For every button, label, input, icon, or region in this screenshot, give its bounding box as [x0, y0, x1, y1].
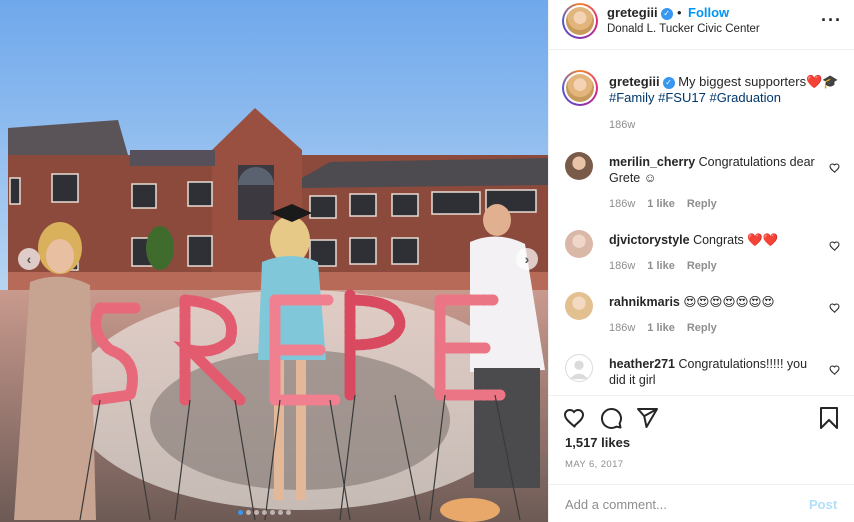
comment-likes[interactable]: 1 like: [647, 322, 675, 334]
post-date[interactable]: MAY 6, 2017: [565, 459, 623, 470]
like-heart-icon[interactable]: [563, 406, 587, 430]
hashtag-link[interactable]: #FSU17: [658, 90, 706, 105]
verified-badge-icon: ✓: [662, 76, 675, 89]
caption-text: gretegiii ✓ My biggest supporters❤️🎓 #Fam…: [609, 74, 847, 106]
reply-button[interactable]: Reply: [687, 260, 717, 272]
bookmark-icon[interactable]: [817, 406, 841, 430]
comment-likes[interactable]: 1 like: [647, 198, 675, 210]
default-avatar-icon: [569, 360, 589, 380]
comment-meta: 186w 1 like Reply: [609, 322, 717, 334]
comment-body: Congrats ❤️❤️: [693, 233, 779, 247]
reply-button[interactable]: Reply: [687, 322, 717, 334]
post-side-panel: gretegiii ✓ • Follow Donald L. Tucker Civ…: [548, 0, 854, 522]
caption-body: My biggest supporters: [678, 74, 807, 89]
comment-time[interactable]: 186w: [609, 198, 635, 210]
comment-text: merilin_cherry Congratulations dear Gret…: [609, 154, 823, 186]
header-separator: •: [677, 5, 682, 20]
comment-bubble-icon[interactable]: [599, 406, 623, 430]
comment-item: merilin_cherry Congratulations dear Gret…: [549, 152, 854, 214]
chevron-left-icon[interactable]: ‹: [18, 248, 40, 270]
heart-outline-icon[interactable]: [829, 240, 841, 252]
caption-timestamp[interactable]: 186w: [609, 119, 635, 131]
caption-emoji: ❤️🎓: [806, 74, 839, 89]
carousel-dot: [262, 510, 267, 515]
author-avatar[interactable]: [562, 3, 598, 39]
comment-meta: 186w 1 like Reply: [609, 198, 717, 210]
hashtag-link[interactable]: #Graduation: [709, 90, 781, 105]
carousel-dot: [246, 510, 251, 515]
comment-time[interactable]: 186w: [609, 260, 635, 272]
carousel-dot: [286, 510, 291, 515]
chevron-right-icon[interactable]: ›: [516, 248, 538, 270]
comment-likes[interactable]: 1 like: [647, 260, 675, 272]
heart-outline-icon[interactable]: [829, 302, 841, 314]
comment-body: 😍😍😍😍😍😍😍: [683, 295, 775, 309]
verified-badge-icon: ✓: [660, 7, 673, 20]
carousel-dot: [238, 510, 243, 515]
add-comment-bar: Post: [549, 484, 854, 522]
more-options-icon[interactable]: ···: [821, 10, 842, 31]
comment-text: rahnikmaris 😍😍😍😍😍😍😍: [609, 294, 823, 310]
commenter-avatar[interactable]: [565, 152, 593, 180]
heart-outline-icon[interactable]: [829, 364, 841, 376]
hashtag-link[interactable]: #Family: [609, 90, 655, 105]
follow-button[interactable]: Follow: [688, 5, 729, 20]
comment-text: heather271 Congratulations!!!!! you did …: [609, 356, 823, 388]
reply-button[interactable]: Reply: [687, 198, 717, 210]
caption-author-avatar[interactable]: [562, 70, 598, 106]
comment-item: djvictorystyle Congrats ❤️❤️ 186w 1 like…: [549, 230, 854, 292]
carousel-dot: [254, 510, 259, 515]
carousel-dot: [270, 510, 275, 515]
comment-meta: 186w 1 like Reply: [609, 260, 717, 272]
commenter-username[interactable]: rahnikmaris: [609, 295, 680, 309]
author-username[interactable]: gretegiii ✓: [607, 5, 673, 20]
commenter-avatar[interactable]: [565, 230, 593, 258]
commenter-avatar[interactable]: [565, 292, 593, 320]
commenter-username[interactable]: djvictorystyle: [609, 233, 690, 247]
share-send-icon[interactable]: [635, 406, 659, 430]
comment-text: djvictorystyle Congrats ❤️❤️: [609, 232, 823, 248]
graduation-scene-image: [0, 0, 548, 522]
post-comment-button[interactable]: Post: [809, 497, 837, 512]
carousel-indicator: [238, 510, 291, 515]
heart-outline-icon[interactable]: [829, 162, 841, 174]
likes-count[interactable]: 1,517 likes: [565, 435, 630, 450]
caption-username[interactable]: gretegiii: [609, 74, 660, 89]
commenter-username[interactable]: merilin_cherry: [609, 155, 695, 169]
comment-time[interactable]: 186w: [609, 322, 635, 334]
carousel-dot: [278, 510, 283, 515]
comment-input[interactable]: [565, 494, 795, 514]
location-link[interactable]: Donald L. Tucker Civic Center: [607, 23, 760, 35]
post-actions: 1,517 likes MAY 6, 2017 Post: [549, 395, 854, 522]
comment-item: rahnikmaris 😍😍😍😍😍😍😍 186w 1 like Reply: [549, 292, 854, 354]
post-photo[interactable]: ‹ ›: [0, 0, 548, 522]
post-header: gretegiii ✓ • Follow Donald L. Tucker Civ…: [549, 0, 854, 50]
commenter-avatar[interactable]: [565, 354, 593, 382]
commenter-username[interactable]: heather271: [609, 357, 675, 371]
